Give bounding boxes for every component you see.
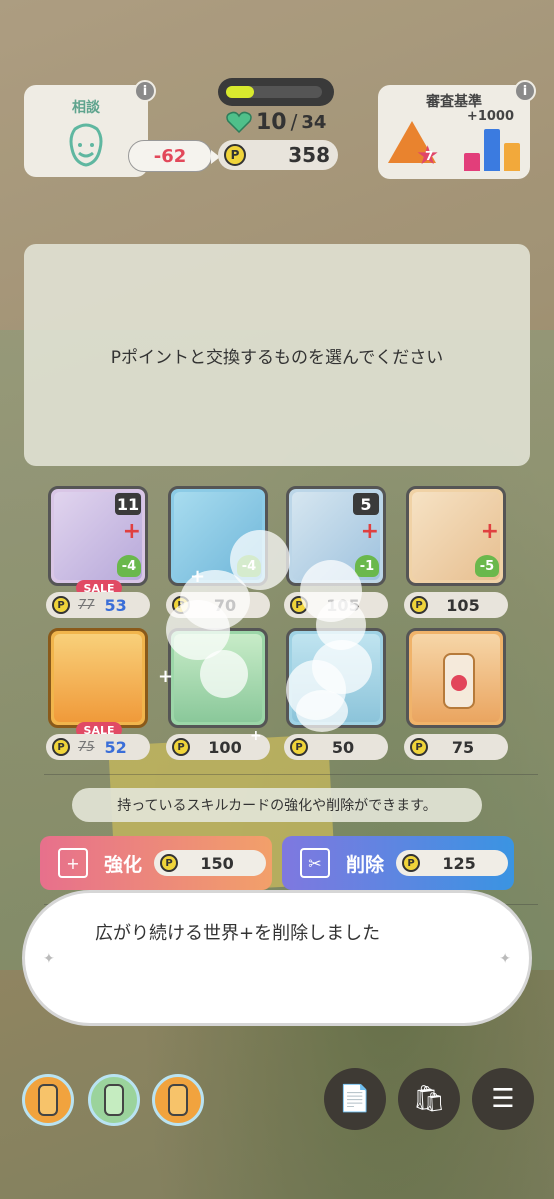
price-tag: P 105 (404, 592, 508, 618)
enhance-icon: + (58, 848, 88, 878)
p-coin-icon: P (160, 854, 179, 872)
stamina-bar (218, 78, 334, 106)
shop-bag-icon: 🛍 (412, 1084, 446, 1114)
stamina-current: 10 (256, 109, 287, 135)
owned-drink-1[interactable] (22, 1074, 74, 1126)
sale-price: 52 (104, 737, 127, 757)
enhance-label: 強化 (104, 853, 143, 876)
heart-icon (226, 111, 252, 133)
p-coin-icon: P (402, 854, 421, 872)
criteria-label: 審査基準 (426, 94, 482, 110)
stamina-bar-fill (226, 86, 254, 98)
criteria-panel[interactable]: 審査基準 +1000 ★ 7 (378, 85, 530, 179)
message-panel: Pポイントと交換するものを選んでください (24, 244, 530, 466)
shop-bag-button[interactable]: 🛍 (398, 1068, 460, 1130)
price-value: 75 (451, 737, 475, 757)
old-price: 75 (78, 739, 95, 755)
plus-icon: + (360, 519, 379, 544)
criteria-bar-icon (464, 127, 524, 171)
stamina-readout: 10 / 34 (226, 108, 326, 136)
message-text: Pポイントと交換するものを選んでください (110, 347, 444, 368)
toast-text: 広がり続ける世界+を削除しました (95, 923, 381, 944)
sale-price: 53 (104, 595, 127, 615)
smoothie-bottle-icon (443, 653, 475, 709)
price-tag: P 77 53 (46, 592, 150, 618)
toast-message: 広がり続ける世界+を削除しました ✦ ✦ (22, 890, 532, 1026)
owned-drink-3[interactable] (152, 1074, 204, 1126)
p-coin-icon: P (52, 738, 70, 756)
card-heart-cost: -5 (475, 555, 499, 577)
p-coin-icon: P (172, 738, 190, 756)
delete-cost: P 125 (396, 850, 509, 876)
price-value: 50 (331, 737, 355, 757)
plus-icon: + (122, 519, 141, 544)
sparkle-icon: ✦ (43, 951, 55, 967)
shop-card-1[interactable]: 11 + -4 (48, 486, 148, 586)
drink-bottle-icon (168, 1084, 188, 1116)
delete-button[interactable]: ✂ 削除 P 125 (282, 836, 514, 890)
card-heart-cost: -1 (355, 555, 379, 577)
criteria-bonus: +1000 (466, 109, 514, 124)
price-value: 105 (446, 595, 480, 615)
criteria-info-icon[interactable]: i (514, 80, 536, 102)
enhance-button[interactable]: + 強化 P 150 (40, 836, 272, 890)
p-point-box: P 358 (218, 140, 338, 170)
drink-bottle-icon (104, 1084, 124, 1116)
p-point-value: 358 (288, 143, 330, 167)
delete-icon: ✂ (300, 848, 330, 878)
menu-icon: ☰ (491, 1084, 515, 1114)
old-price: 77 (78, 597, 95, 613)
enhance-cost: P 150 (154, 850, 267, 876)
stamina-max: 34 (301, 111, 327, 133)
price-tag: P 75 52 (46, 734, 150, 760)
consult-label: 相談 (72, 100, 100, 116)
p-coin-icon: P (224, 144, 246, 166)
consult-info-icon[interactable]: i (134, 80, 156, 102)
hint-text: 持っているスキルカードの強化や削除ができます。 (72, 788, 482, 822)
divider (44, 774, 538, 775)
plus-icon: + (480, 519, 499, 544)
price-tag: P 75 (404, 734, 508, 760)
p-coin-icon: P (410, 738, 428, 756)
memo-icon: 📄 (338, 1084, 372, 1114)
memo-button[interactable]: 📄 (324, 1068, 386, 1130)
delete-cost-value: 125 (442, 853, 476, 873)
sparkle-icon: ✦ (499, 951, 511, 967)
shop-drink-1[interactable] (48, 628, 148, 728)
delete-label: 削除 (346, 853, 385, 876)
price-tag: P 50 (284, 734, 388, 760)
drink-bottle-icon (38, 1084, 58, 1116)
consult-face-icon (69, 123, 103, 167)
card-cost-badge: 5 (353, 493, 379, 515)
p-coin-icon: P (410, 596, 428, 614)
p-coin-icon: P (52, 596, 70, 614)
shop-card-4[interactable]: + -5 (406, 486, 506, 586)
shop-drink-4[interactable] (406, 628, 506, 728)
p-point-diff: -62 (128, 140, 220, 172)
card-heart-cost: -4 (117, 555, 141, 577)
p-coin-icon: P (290, 738, 308, 756)
menu-button[interactable]: ☰ (472, 1068, 534, 1130)
enhance-cost-value: 150 (200, 853, 234, 873)
stamina-separator: / (290, 110, 298, 134)
criteria-rank: 7 (425, 149, 434, 163)
card-cost-badge: 11 (115, 493, 141, 515)
owned-drink-2[interactable] (88, 1074, 140, 1126)
